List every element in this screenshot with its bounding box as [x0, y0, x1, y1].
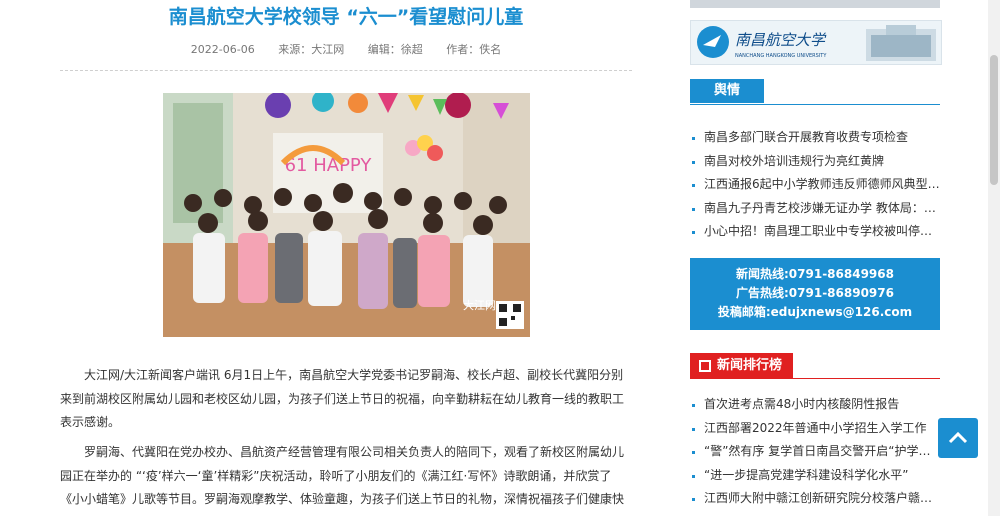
- scrollbar-thumb[interactable]: [990, 55, 998, 185]
- ranking-list: 首次进考点需48小时内核酸阴性报告 江西部署2022年普通中小学招生入学工作 “…: [690, 393, 940, 511]
- article-meta: 2022-06-06 来源：大江网 编辑：徐超 作者：佚名: [60, 41, 632, 57]
- yuqing-header: 舆情: [690, 79, 940, 105]
- yuqing-title: 舆情: [690, 79, 765, 103]
- university-logo-banner: 南昌航空大学 NANCHANG HANGKONG UNIVERSITY: [691, 21, 941, 64]
- list-item[interactable]: 南昌多部门联合开展教育收费专项检查: [690, 126, 940, 150]
- hotline-box: 新闻热线:0791-86849968 广告热线:0791-86890976 投稿…: [690, 258, 940, 330]
- list-item[interactable]: “警”然有序 复学首日南昌交警开启“护学模式”: [690, 440, 940, 464]
- chevron-up-icon: [948, 431, 968, 444]
- banner-text: 南昌航空大学: [735, 31, 827, 49]
- university-banner[interactable]: 南昌航空大学 NANCHANG HANGKONG UNIVERSITY: [690, 20, 942, 65]
- article-source: 来源：大江网: [278, 43, 345, 56]
- article-paragraph-1: 大江网/大江新闻客户端讯 6月1日上午，南昌航空大学党委书记罗嗣海、校长卢超、副…: [60, 368, 625, 429]
- list-item[interactable]: 首次进考点需48小时内核酸阴性报告: [690, 393, 940, 417]
- ad-hotline: 广告热线:0791-86890976: [736, 286, 894, 300]
- article-editor: 编辑：徐超: [367, 43, 423, 56]
- banner-subtext: NANCHANG HANGKONG UNIVERSITY: [735, 53, 827, 59]
- page-scrollbar[interactable]: [988, 0, 1000, 516]
- list-item[interactable]: “进一步提高党建学科建设科学化水平”: [690, 464, 940, 488]
- list-item[interactable]: 南昌九子丹青艺校涉嫌无证办学 教体局：已介入调查: [690, 197, 940, 221]
- ranking-icon: [699, 360, 711, 372]
- ranking-title: 新闻排行榜: [717, 358, 783, 373]
- meta-divider: [60, 70, 632, 71]
- yuqing-underline: [690, 104, 940, 105]
- article-photo: 61 HAPPY 大江网: [163, 93, 530, 337]
- article-paragraph-2: 罗嗣海、代冀阳在党办校办、昌航资产经营管理有限公司相关负责人的陪同下，观看了新校…: [60, 445, 625, 506]
- photo-illustration: 61 HAPPY 大江网: [163, 93, 530, 337]
- submission-email[interactable]: 投稿邮箱:edujxnews@126.com: [690, 303, 940, 322]
- yuqing-list: 南昌多部门联合开展教育收费专项检查 南昌对校外培训违规行为亮红黄牌 江西通报6起…: [690, 126, 940, 244]
- back-to-top-button[interactable]: [938, 418, 978, 458]
- top-ad-strip[interactable]: [690, 0, 940, 8]
- photo-balloon-text: 61 HAPPY: [285, 155, 373, 176]
- ranking-underline: [690, 378, 940, 379]
- list-item[interactable]: 南昌对校外培训违规行为亮红黄牌: [690, 150, 940, 174]
- list-item[interactable]: 江西部署2022年普通中小学招生入学工作: [690, 417, 940, 441]
- article-author: 作者：佚名: [446, 43, 502, 56]
- list-item[interactable]: 江西师大附中赣江创新研究院分校落户赣江新区: [690, 487, 940, 511]
- photo-watermark: 大江网: [463, 298, 496, 312]
- article-title: 南昌航空大学校领导 “六一”看望慰问儿童: [168, 6, 524, 28]
- list-item[interactable]: 江西通报6起中小学教师违反师德师风典型问题: [690, 173, 940, 197]
- article-date: 2022-06-06: [190, 43, 255, 56]
- ranking-header: 新闻排行榜: [690, 353, 940, 379]
- ranking-tag: 新闻排行榜: [690, 353, 794, 379]
- news-hotline: 新闻热线:0791-86849968: [736, 267, 894, 281]
- list-item[interactable]: 小心中招！南昌理工职业中专学校被叫停招生: [690, 220, 940, 244]
